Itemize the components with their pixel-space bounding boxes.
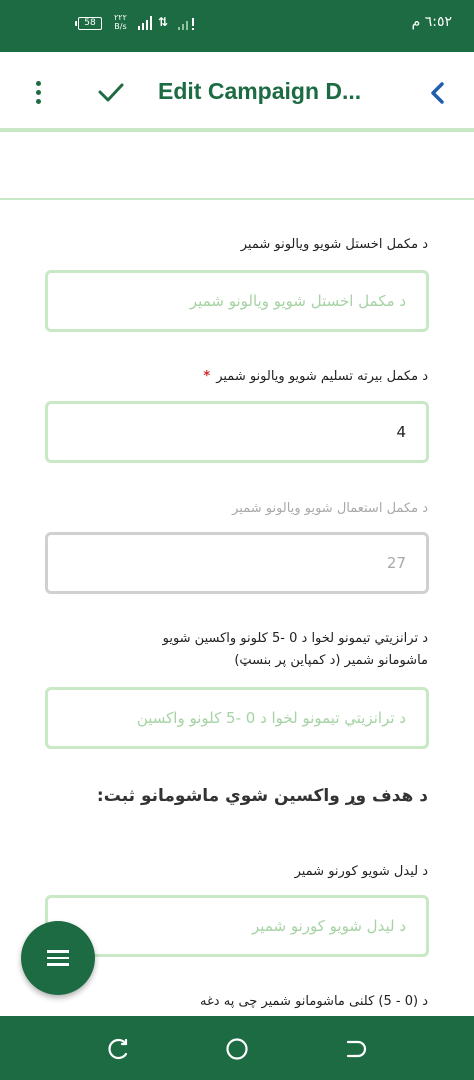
chevron-left-icon[interactable]	[424, 79, 452, 107]
field-label-vials-returned: د مکمل بیرته تسلیم شویو ویالونو شمیر *	[203, 366, 428, 388]
hamburger-menu-icon-line	[47, 956, 69, 960]
check-icon[interactable]	[94, 77, 128, 107]
households-visited-input[interactable]	[45, 895, 429, 957]
vials-returned-input[interactable]	[45, 401, 429, 463]
field-label-vials-used: د مکمل استعمال شویو ویالونو شمیر	[232, 501, 428, 516]
battery-level: 58	[84, 18, 96, 28]
more-options-button[interactable]	[24, 78, 52, 106]
battery-icon: 58	[75, 17, 102, 30]
vials-received-input[interactable]	[45, 270, 429, 332]
system-nav-bar	[0, 1016, 474, 1080]
status-bar: 58 ٢٢٢ B/s ⇅ ٦:٥٢ م	[0, 0, 474, 52]
field-label-text: د مکمل بیرته تسلیم شویو ویالونو شمیر	[216, 369, 428, 384]
field-label-children-count: د (0 - 5) کلنی ماشومانو شمیر چی په دغه	[200, 994, 428, 1009]
home-icon[interactable]	[224, 1036, 250, 1062]
data-transfer-icon: ⇅	[158, 15, 169, 29]
section-divider	[0, 198, 474, 200]
hamburger-menu-icon-line	[47, 963, 69, 966]
network-speed: ٢٢٢ B/s	[114, 13, 127, 31]
recent-apps-icon[interactable]	[106, 1036, 132, 1062]
signal-strength-icon	[138, 16, 152, 30]
required-marker: *	[203, 369, 211, 384]
more-vertical-icon-dot	[35, 89, 41, 95]
page-title: Edit Campaign D...	[158, 78, 362, 104]
more-vertical-icon-dot	[35, 98, 41, 104]
status-time: ٦:٥٢ م	[411, 14, 452, 30]
hamburger-menu-icon	[47, 950, 69, 953]
vials-used-input	[45, 532, 429, 594]
signal-strength-secondary-icon	[178, 18, 194, 30]
field-label-households-visited: د لیدل شویو کورنو شمیر	[294, 864, 428, 879]
back-icon[interactable]	[342, 1036, 368, 1062]
menu-fab-button[interactable]	[21, 921, 95, 995]
field-label-transit-vaccinated: د ترانزیتي تیمونو لخوا د 0 -5 کلونو واکس…	[162, 631, 428, 668]
more-vertical-icon	[35, 80, 41, 86]
app-bar: Edit Campaign D...	[0, 52, 474, 132]
field-label-vials-received: د مکمل اخستل شویو ویالونو شمیر	[240, 237, 428, 252]
transit-vaccinated-input[interactable]	[45, 687, 429, 749]
network-speed-value: ٢٢٢	[114, 13, 127, 22]
network-speed-unit: B/s	[114, 22, 127, 31]
section-heading: د هدف وړ واکسین شوي ماشومانو ثبت:	[96, 786, 428, 806]
